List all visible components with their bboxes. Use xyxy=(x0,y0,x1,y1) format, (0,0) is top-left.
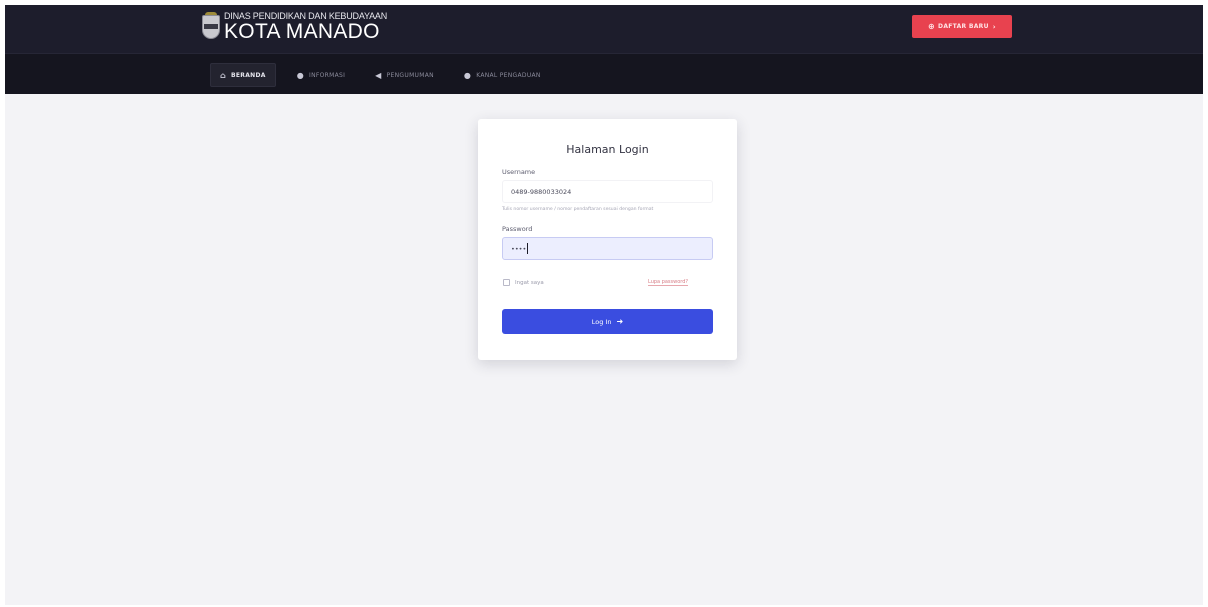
login-title: Halaman Login xyxy=(566,143,649,156)
nav-label: INFORMASI xyxy=(309,71,346,79)
login-card: Halaman Login Username 0489-9880033024 T… xyxy=(478,119,737,360)
crest-icon xyxy=(201,12,221,42)
logo-text: DINAS PENDIDIKAN DAN KEBUDAYAAN KOTA MAN… xyxy=(224,11,387,43)
nav-item-kanal-pengaduan[interactable]: ● KANAL PENGADUAN xyxy=(455,63,550,87)
username-value: 0489-9880033024 xyxy=(511,187,572,196)
user-plus-icon: ⊕ xyxy=(928,22,936,31)
remember-me[interactable]: Ingat saya xyxy=(503,279,544,286)
username-hint: Tulis nomor username / nomor pendaftaran… xyxy=(502,207,654,212)
nav-item-beranda[interactable]: ⌂ BERANDA xyxy=(210,63,276,87)
username-label: Username xyxy=(502,168,536,176)
chevron-right-icon: › xyxy=(992,22,996,31)
browser-viewport: DINAS PENDIDIKAN DAN KEBUDAYAAN KOTA MAN… xyxy=(5,5,1203,605)
nav-items: ⌂ BERANDA ● INFORMASI ◀ PENGUMUMAN ● KAN… xyxy=(210,63,562,87)
login-button[interactable]: Log In ➜ xyxy=(502,309,713,334)
nav-item-pengumuman[interactable]: ◀ PENGUMUMAN xyxy=(366,63,443,87)
password-label: Password xyxy=(502,225,533,233)
login-button-label: Log In xyxy=(591,317,612,326)
megaphone-icon: ◀ xyxy=(375,70,382,80)
password-input[interactable]: •••• xyxy=(502,237,713,260)
password-value: •••• xyxy=(511,244,527,253)
remember-checkbox[interactable] xyxy=(503,279,510,286)
home-icon: ⌂ xyxy=(220,70,227,80)
site-logo[interactable]: DINAS PENDIDIKAN DAN KEBUDAYAAN KOTA MAN… xyxy=(201,11,387,43)
logo-title: KOTA MANADO xyxy=(224,20,380,43)
nav-item-informasi[interactable]: ● INFORMASI xyxy=(288,63,354,87)
remember-label: Ingat saya xyxy=(515,279,544,286)
main-nav: ⌂ BERANDA ● INFORMASI ◀ PENGUMUMAN ● KAN… xyxy=(5,53,1203,94)
info-icon: ● xyxy=(296,70,304,80)
nav-label: BERANDA xyxy=(231,71,266,79)
sign-in-icon: ➜ xyxy=(616,317,624,326)
nav-label: KANAL PENGADUAN xyxy=(476,71,541,79)
text-caret xyxy=(527,243,529,254)
forgot-password-link[interactable]: Lupa password? xyxy=(648,279,689,286)
signup-button[interactable]: ⊕ DAFTAR BARU › xyxy=(912,15,1012,38)
nav-label: PENGUMUMAN xyxy=(386,71,434,79)
chat-icon: ● xyxy=(463,70,472,80)
username-input[interactable]: 0489-9880033024 xyxy=(502,180,713,203)
signup-label: DAFTAR BARU xyxy=(938,23,989,30)
top-header: DINAS PENDIDIKAN DAN KEBUDAYAAN KOTA MAN… xyxy=(5,5,1203,53)
